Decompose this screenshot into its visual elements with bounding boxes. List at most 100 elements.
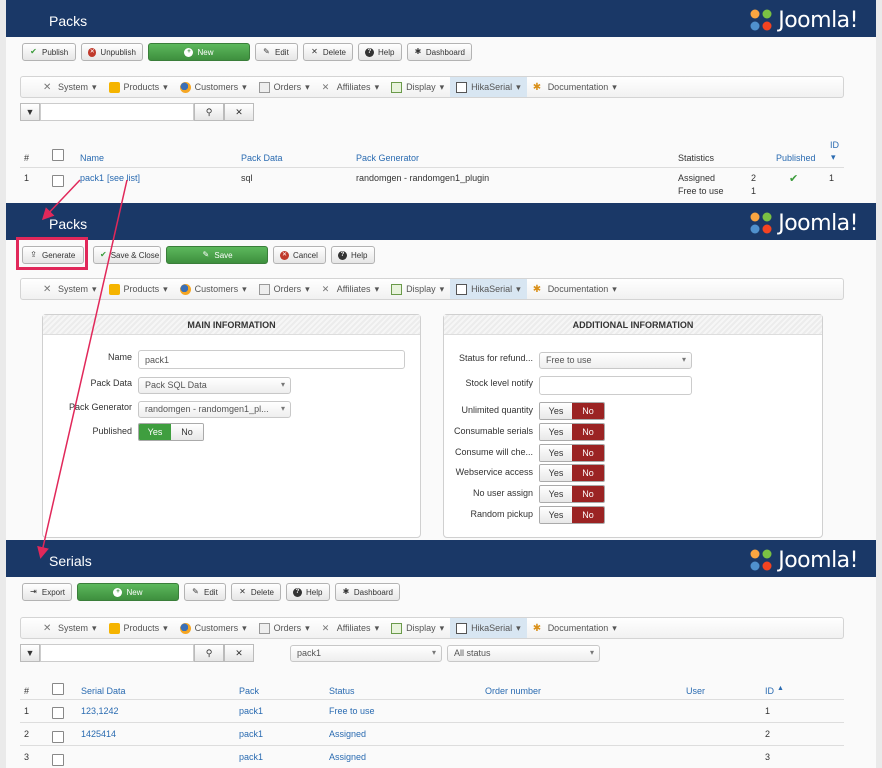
no-option[interactable]: No <box>572 486 604 502</box>
pack-name-link[interactable]: pack1 <box>80 173 104 183</box>
pack-link[interactable]: pack1 <box>239 752 263 762</box>
menu-hikaserial[interactable]: HikaSerial ▾ <box>450 77 527 97</box>
random-pickup-toggle[interactable]: Yes No <box>539 506 605 524</box>
menu-products[interactable]: Products ▾ <box>103 279 174 299</box>
delete-button[interactable]: ✕ Delete <box>303 43 353 61</box>
no-user-assign-toggle[interactable]: Yes No <box>539 485 605 503</box>
row-checkbox[interactable] <box>52 175 64 187</box>
export-button[interactable]: ⇥ Export <box>22 583 72 601</box>
menu-products[interactable]: Products ▾ <box>103 77 174 97</box>
help-button[interactable]: ? Help <box>331 246 375 264</box>
menu-system[interactable]: ✕ System ▾ <box>37 618 103 638</box>
col-pack-generator[interactable]: Pack Generator <box>356 153 419 163</box>
col-name[interactable]: Name <box>80 153 104 163</box>
menu-orders[interactable]: Orders ▾ <box>253 618 316 638</box>
pack-link[interactable]: pack1 <box>239 706 263 716</box>
status-link[interactable]: Assigned <box>329 752 366 762</box>
col-pack-data[interactable]: Pack Data <box>241 153 283 163</box>
select-all-checkbox[interactable] <box>52 149 64 161</box>
clear-search-button[interactable]: ✕ <box>224 644 254 662</box>
unpublish-button[interactable]: ✕ Unpublish <box>81 43 143 61</box>
search-button[interactable]: ⚲ <box>194 103 224 121</box>
menu-documentation[interactable]: ✱ Documentation ▾ <box>527 618 623 638</box>
menu-affiliates[interactable]: ✕ Affiliates ▾ <box>316 279 385 299</box>
col-user[interactable]: User <box>686 686 705 696</box>
menu-affiliates[interactable]: ✕ Affiliates ▾ <box>316 618 385 638</box>
row-checkbox[interactable] <box>52 731 64 743</box>
stock-level-input[interactable] <box>539 376 692 395</box>
col-published[interactable]: Published <box>776 153 816 163</box>
pack-link[interactable]: pack1 <box>239 729 263 739</box>
menu-orders[interactable]: Orders ▾ <box>253 279 316 299</box>
menu-documentation[interactable]: ✱ Documentation ▾ <box>527 77 623 97</box>
published-toggle[interactable]: Yes No <box>138 423 204 441</box>
menu-hikaserial[interactable]: HikaSerial ▾ <box>450 618 527 638</box>
search-input[interactable] <box>40 644 194 662</box>
yes-option[interactable]: Yes <box>540 486 572 502</box>
menu-affiliates[interactable]: ✕ Affiliates ▾ <box>316 77 385 97</box>
consume-will-check-toggle[interactable]: Yes No <box>539 444 605 462</box>
menu-display[interactable]: Display ▾ <box>385 77 450 97</box>
yes-option[interactable]: Yes <box>540 445 572 461</box>
menu-display[interactable]: Display ▾ <box>385 279 450 299</box>
webservice-access-toggle[interactable]: Yes No <box>539 464 605 482</box>
menu-products[interactable]: Products ▾ <box>103 618 174 638</box>
status-link[interactable]: Free to use <box>329 706 375 716</box>
no-option[interactable]: No <box>572 465 604 481</box>
serial-data-link[interactable]: 1425414 <box>81 729 116 739</box>
dashboard-button[interactable]: ✱ Dashboard <box>407 43 472 61</box>
clear-search-button[interactable]: ✕ <box>224 103 254 121</box>
search-button[interactable]: ⚲ <box>194 644 224 662</box>
status-link[interactable]: Assigned <box>329 729 366 739</box>
menu-display[interactable]: Display ▾ <box>385 618 450 638</box>
yes-option[interactable]: Yes <box>540 424 572 440</box>
no-option[interactable]: No <box>572 424 604 440</box>
yes-option[interactable]: Yes <box>540 465 572 481</box>
status-refund-select[interactable]: Free to use <box>539 352 692 369</box>
save-close-button[interactable]: ✔ Save & Close <box>93 246 161 264</box>
unlimited-quantity-toggle[interactable]: Yes No <box>539 402 605 420</box>
consumable-serials-toggle[interactable]: Yes No <box>539 423 605 441</box>
row-checkbox[interactable] <box>52 707 64 719</box>
published-check-icon[interactable]: ✔ <box>789 172 798 185</box>
new-button[interactable]: + New <box>77 583 179 601</box>
status-filter-select[interactable]: All status <box>447 645 600 662</box>
published-yes[interactable]: Yes <box>139 424 171 440</box>
no-option[interactable]: No <box>572 507 604 523</box>
menu-customers[interactable]: Customers ▾ <box>174 618 253 638</box>
pack-data-select[interactable]: Pack SQL Data <box>138 377 291 394</box>
col-id[interactable]: ID <box>830 140 839 150</box>
serial-data-link[interactable]: 123,1242 <box>81 706 119 716</box>
publish-button[interactable]: ✔ Publish <box>22 43 76 61</box>
menu-system[interactable]: ✕ System ▾ <box>37 77 103 97</box>
pack-generator-select[interactable]: randomgen - randomgen1_pl... <box>138 401 291 418</box>
cancel-button[interactable]: ✕ Cancel <box>273 246 326 264</box>
menu-customers[interactable]: Customers ▾ <box>174 279 253 299</box>
yes-option[interactable]: Yes <box>540 403 572 419</box>
col-status[interactable]: Status <box>329 686 355 696</box>
edit-button[interactable]: ✎ Edit <box>255 43 298 61</box>
name-field[interactable]: pack1 <box>138 350 405 369</box>
filter-icon-button[interactable]: ▼ <box>20 644 40 662</box>
new-button[interactable]: + New <box>148 43 250 61</box>
menu-orders[interactable]: Orders ▾ <box>253 77 316 97</box>
dashboard-button[interactable]: ✱ Dashboard <box>335 583 400 601</box>
menu-system[interactable]: ✕ System ▾ <box>37 279 103 299</box>
edit-button[interactable]: ✎ Edit <box>184 583 226 601</box>
select-all-checkbox[interactable] <box>52 683 64 695</box>
menu-documentation[interactable]: ✱ Documentation ▾ <box>527 279 623 299</box>
no-option[interactable]: No <box>572 403 604 419</box>
col-id[interactable]: ID <box>765 686 774 696</box>
see-list-link[interactable]: [see list] <box>107 173 140 183</box>
row-checkbox[interactable] <box>52 754 64 766</box>
search-input[interactable] <box>40 103 194 121</box>
menu-customers[interactable]: Customers ▾ <box>174 77 253 97</box>
delete-button[interactable]: ✕ Delete <box>231 583 281 601</box>
help-button[interactable]: ? Help <box>286 583 330 601</box>
no-option[interactable]: No <box>572 445 604 461</box>
pack-filter-select[interactable]: pack1 <box>290 645 442 662</box>
col-serial-data[interactable]: Serial Data <box>81 686 126 696</box>
published-no[interactable]: No <box>171 424 203 440</box>
help-button[interactable]: ? Help <box>358 43 402 61</box>
menu-hikaserial[interactable]: HikaSerial ▾ <box>450 279 527 299</box>
